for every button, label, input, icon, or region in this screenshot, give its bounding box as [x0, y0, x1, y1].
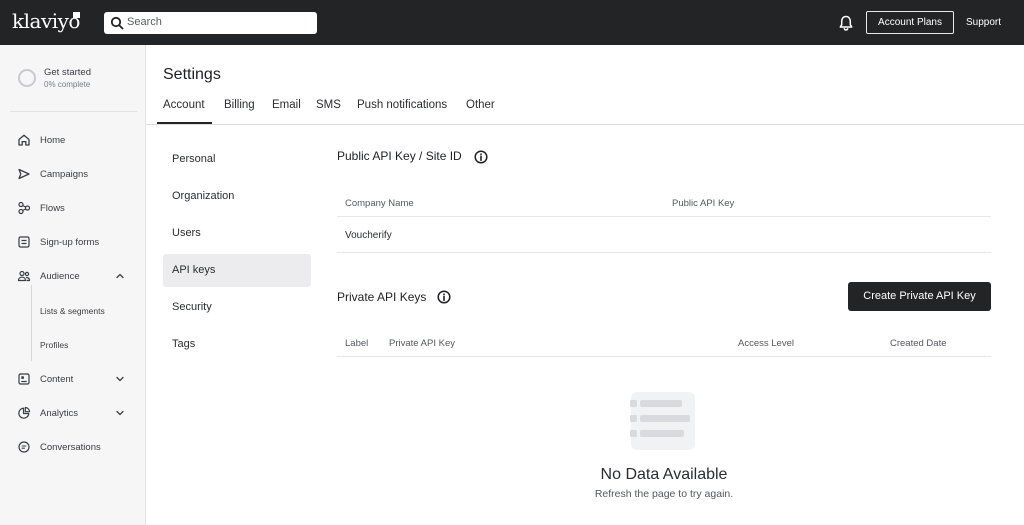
subnav-tags[interactable]: Tags — [163, 328, 311, 361]
top-bar: klaviyo Search Account Plans Support — [0, 0, 1024, 45]
send-icon — [18, 168, 30, 180]
chevron-down-icon — [116, 410, 124, 416]
column-header-public-api-key: Public API Key — [672, 198, 735, 209]
chevron-up-icon — [116, 273, 124, 279]
company-name-cell: Voucherify — [345, 230, 392, 241]
chevron-down-icon — [116, 376, 124, 382]
chart-icon — [18, 406, 31, 419]
sidebar-item-content[interactable]: Content — [0, 369, 146, 391]
content-icon — [18, 373, 30, 385]
tab-email[interactable]: Email — [272, 99, 301, 111]
sidebar-item-conversations[interactable]: Conversations — [0, 437, 146, 459]
search-icon — [110, 16, 124, 30]
sidebar-item-label: Content — [40, 374, 74, 385]
flows-icon — [18, 201, 31, 215]
people-icon — [17, 270, 31, 282]
tab-account[interactable]: Account — [163, 99, 205, 111]
create-private-api-key-button[interactable]: Create Private API Key — [848, 282, 991, 311]
notifications-bell-icon[interactable] — [838, 14, 854, 32]
info-icon[interactable] — [437, 290, 451, 304]
subnav-security[interactable]: Security — [163, 291, 311, 324]
tab-other[interactable]: Other — [466, 99, 495, 111]
get-started-progress: 0% complete — [44, 80, 91, 89]
info-icon[interactable] — [474, 150, 488, 164]
sidebar-item-label: Home — [40, 135, 66, 146]
empty-list-illustration-icon — [630, 392, 695, 450]
submenu-guide-line — [31, 285, 32, 361]
home-icon — [18, 134, 30, 146]
support-link[interactable]: Support — [966, 17, 1001, 28]
search-input[interactable]: Search — [104, 12, 317, 34]
sidebar-item-analytics[interactable]: Analytics — [0, 403, 146, 425]
tab-push-notifications[interactable]: Push notifications — [357, 99, 447, 111]
column-header-label: Label — [345, 338, 369, 349]
chat-icon — [18, 441, 30, 453]
sidebar-item-home[interactable]: Home — [0, 130, 146, 152]
sidebar-item-label: Campaigns — [40, 169, 89, 180]
form-icon — [18, 236, 30, 248]
subnav-personal[interactable]: Personal — [163, 143, 311, 176]
subnav-users[interactable]: Users — [163, 217, 311, 250]
table-divider — [337, 216, 991, 217]
sidebar-subitem-lists-segments[interactable]: Lists & segments — [40, 306, 105, 316]
sidebar-item-label: Flows — [40, 203, 65, 214]
sidebar-item-campaigns[interactable]: Campaigns — [0, 164, 146, 186]
subnav-organization[interactable]: Organization — [163, 180, 311, 213]
sidebar-item-signup-forms[interactable]: Sign-up forms — [0, 232, 146, 254]
column-header-company-name: Company Name — [345, 198, 414, 209]
header-divider — [146, 124, 1024, 125]
sidebar-divider — [10, 111, 137, 112]
empty-state-title: No Data Available — [600, 466, 728, 483]
search-placeholder: Search — [127, 16, 162, 28]
table-divider — [337, 252, 991, 253]
sidebar-item-label: Analytics — [40, 408, 79, 419]
sidebar-item-label: Conversations — [40, 442, 101, 453]
table-divider — [337, 356, 991, 357]
private-api-title: Private API Keys — [337, 290, 427, 304]
account-plans-button[interactable]: Account Plans — [866, 11, 954, 34]
sidebar-item-label: Sign-up forms — [40, 237, 100, 248]
public-api-title: Public API Key / Site ID — [337, 149, 462, 163]
sidebar-item-label: Audience — [40, 271, 80, 282]
sidebar: Get started 0% complete Home Campaigns F… — [0, 45, 146, 525]
get-started-title: Get started — [44, 67, 91, 78]
sidebar-item-flows[interactable]: Flows — [0, 198, 146, 220]
page-title: Settings — [163, 66, 221, 83]
tab-sms[interactable]: SMS — [316, 99, 341, 111]
subnav-api-keys[interactable]: API keys — [163, 254, 311, 287]
empty-state-subtitle: Refresh the page to try again. — [594, 488, 734, 500]
logo-flag-icon — [73, 12, 80, 18]
column-header-created-date: Created Date — [890, 338, 947, 349]
tab-billing[interactable]: Billing — [224, 99, 255, 111]
sidebar-subitem-profiles[interactable]: Profiles — [40, 340, 68, 350]
progress-ring-icon — [18, 69, 36, 87]
sidebar-item-audience[interactable]: Audience — [0, 266, 146, 288]
column-header-access-level: Access Level — [738, 338, 794, 349]
column-header-private-api-key: Private API Key — [389, 338, 456, 349]
klaviyo-logo[interactable]: klaviyo — [12, 9, 80, 33]
